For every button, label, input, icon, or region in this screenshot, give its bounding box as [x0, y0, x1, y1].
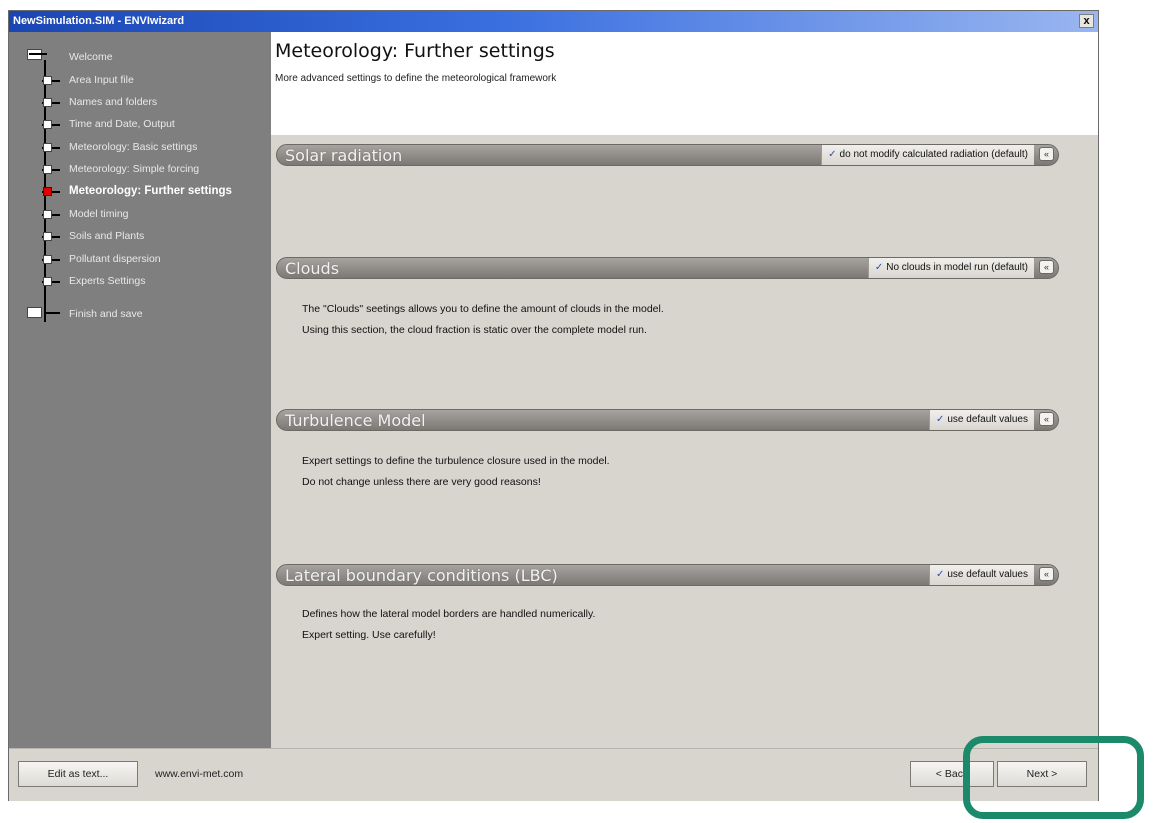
- turbulence-default-checkbox[interactable]: ✓ use default values: [928, 410, 1034, 430]
- tree-node-icon: [43, 165, 52, 174]
- clouds-description: The "Clouds" seetings allows you to defi…: [302, 299, 664, 341]
- tree-branch-line: [29, 53, 47, 55]
- sidebar-item-soils-and-plants[interactable]: Soils and Plants: [9, 226, 271, 248]
- sidebar-item-label: Pollutant dispersion: [69, 253, 161, 265]
- sidebar-item-area-input-file[interactable]: Area Input file: [9, 70, 271, 92]
- sidebar-item-label: Model timing: [69, 208, 129, 220]
- sidebar-item-meteorology-further-settings[interactable]: Meteorology: Further settings: [9, 181, 271, 203]
- edit-as-text-button[interactable]: Edit as text...: [18, 761, 138, 787]
- sidebar-item-time-and-date[interactable]: Time and Date, Output: [9, 114, 271, 136]
- expand-chevron-icon[interactable]: «: [1039, 567, 1054, 581]
- sidebar-item-model-timing[interactable]: Model timing: [9, 204, 271, 226]
- expand-chevron-icon[interactable]: «: [1039, 260, 1054, 274]
- checkmark-icon: ✓: [828, 149, 837, 160]
- sidebar-item-label: Time and Date, Output: [69, 118, 175, 130]
- sidebar-item-label: Names and folders: [69, 96, 158, 108]
- page-title: Meteorology: Further settings: [275, 40, 555, 62]
- sidebar-item-label: Finish and save: [69, 308, 143, 320]
- section-title: Turbulence Model: [285, 411, 426, 430]
- section-title: Solar radiation: [285, 146, 403, 165]
- expand-chevron-icon[interactable]: «: [1039, 147, 1054, 161]
- description-line: Expert settings to define the turbulence…: [302, 455, 610, 467]
- description-line: Expert setting. Use carefully!: [302, 629, 436, 641]
- checkmark-icon: ✓: [935, 569, 945, 580]
- title-bar: NewSimulation.SIM - ENVIwizard x: [9, 11, 1098, 32]
- wizard-step-tree: Welcome Area Input file Names and folder…: [9, 32, 271, 748]
- sidebar-item-label: Meteorology: Basic settings: [69, 141, 198, 153]
- checkmark-icon: ✓: [935, 414, 945, 425]
- window-title: NewSimulation.SIM - ENVIwizard: [13, 15, 185, 27]
- description-line: Using this section, the cloud fraction i…: [302, 324, 647, 336]
- section-title: Clouds: [285, 259, 340, 278]
- clouds-default-checkbox[interactable]: ✓ No clouds in model run (default): [867, 258, 1034, 278]
- sidebar-item-label: Area Input file: [69, 74, 134, 86]
- sidebar-item-welcome[interactable]: Welcome: [9, 47, 271, 69]
- sidebar-item-label: Meteorology: Simple forcing: [69, 163, 200, 175]
- sidebar-item-experts-settings[interactable]: Experts Settings: [9, 271, 271, 293]
- checkbox-label: No clouds in model run (default): [886, 262, 1028, 273]
- lbc-description: Defines how the lateral model borders ar…: [302, 604, 595, 646]
- wizard-window: NewSimulation.SIM - ENVIwizard x Welcome…: [8, 10, 1099, 801]
- checkbox-label: do not modify calculated radiation (defa…: [839, 149, 1028, 160]
- checkbox-label: use default values: [947, 569, 1028, 580]
- website-link[interactable]: www.envi-met.com: [155, 768, 243, 780]
- tree-branch-line: [44, 312, 60, 314]
- step-header: Meteorology: Further settings More advan…: [271, 32, 1098, 135]
- tree-node-icon: [27, 307, 42, 318]
- solar-default-checkbox[interactable]: ✓ do not modify calculated radiation (def…: [821, 145, 1034, 165]
- tree-node-icon: [43, 232, 52, 241]
- section-turbulence-model[interactable]: Turbulence Model ✓ use default values «: [276, 409, 1059, 431]
- tree-node-active-icon: [43, 187, 52, 196]
- next-button-highlight-ring: [963, 736, 1144, 819]
- tree-node-icon: [43, 277, 52, 286]
- section-lateral-boundary-conditions[interactable]: Lateral boundary conditions (LBC) ✓ use d…: [276, 564, 1059, 586]
- description-line: Defines how the lateral model borders ar…: [302, 608, 596, 620]
- section-title: Lateral boundary conditions (LBC): [285, 566, 558, 585]
- sidebar-item-finish-and-save[interactable]: Finish and save: [9, 294, 271, 320]
- checkbox-label: use default values: [947, 414, 1028, 425]
- expand-chevron-icon[interactable]: «: [1039, 412, 1054, 426]
- close-button[interactable]: x: [1079, 14, 1094, 28]
- section-clouds[interactable]: Clouds ✓ No clouds in model run (default)…: [276, 257, 1059, 279]
- wizard-footer: Edit as text... www.envi-met.com < Back …: [9, 748, 1098, 801]
- tree-node-icon: [43, 143, 52, 152]
- settings-panel: Solar radiation ✓ do not modify calculate…: [271, 135, 1098, 748]
- tree-node-icon: [43, 98, 52, 107]
- page-subtitle: More advanced settings to define the met…: [275, 73, 557, 84]
- sidebar-item-label: Welcome: [69, 51, 113, 63]
- sidebar-item-pollutant-dispersion[interactable]: Pollutant dispersion: [9, 249, 271, 271]
- sidebar-item-names-and-folders[interactable]: Names and folders: [9, 92, 271, 114]
- sidebar-item-label: Experts Settings: [69, 275, 146, 287]
- sidebar-item-label: Meteorology: Further settings: [69, 185, 232, 197]
- description-line: The "Clouds" seetings allows you to defi…: [302, 303, 664, 315]
- sidebar-item-label: Soils and Plants: [69, 230, 145, 242]
- description-line: Do not change unless there are very good…: [302, 476, 541, 488]
- tree-node-icon: [43, 255, 52, 264]
- turbulence-description: Expert settings to define the turbulence…: [302, 451, 610, 493]
- tree-node-icon: [43, 76, 52, 85]
- tree-node-icon: [43, 120, 52, 129]
- sidebar-item-meteorology-simple-forcing[interactable]: Meteorology: Simple forcing: [9, 159, 271, 181]
- checkmark-icon: ✓: [874, 262, 884, 273]
- sidebar-item-meteorology-basic[interactable]: Meteorology: Basic settings: [9, 137, 271, 159]
- tree-node-icon: [43, 210, 52, 219]
- section-solar-radiation[interactable]: Solar radiation ✓ do not modify calculate…: [276, 144, 1059, 166]
- lbc-default-checkbox[interactable]: ✓ use default values: [928, 565, 1034, 585]
